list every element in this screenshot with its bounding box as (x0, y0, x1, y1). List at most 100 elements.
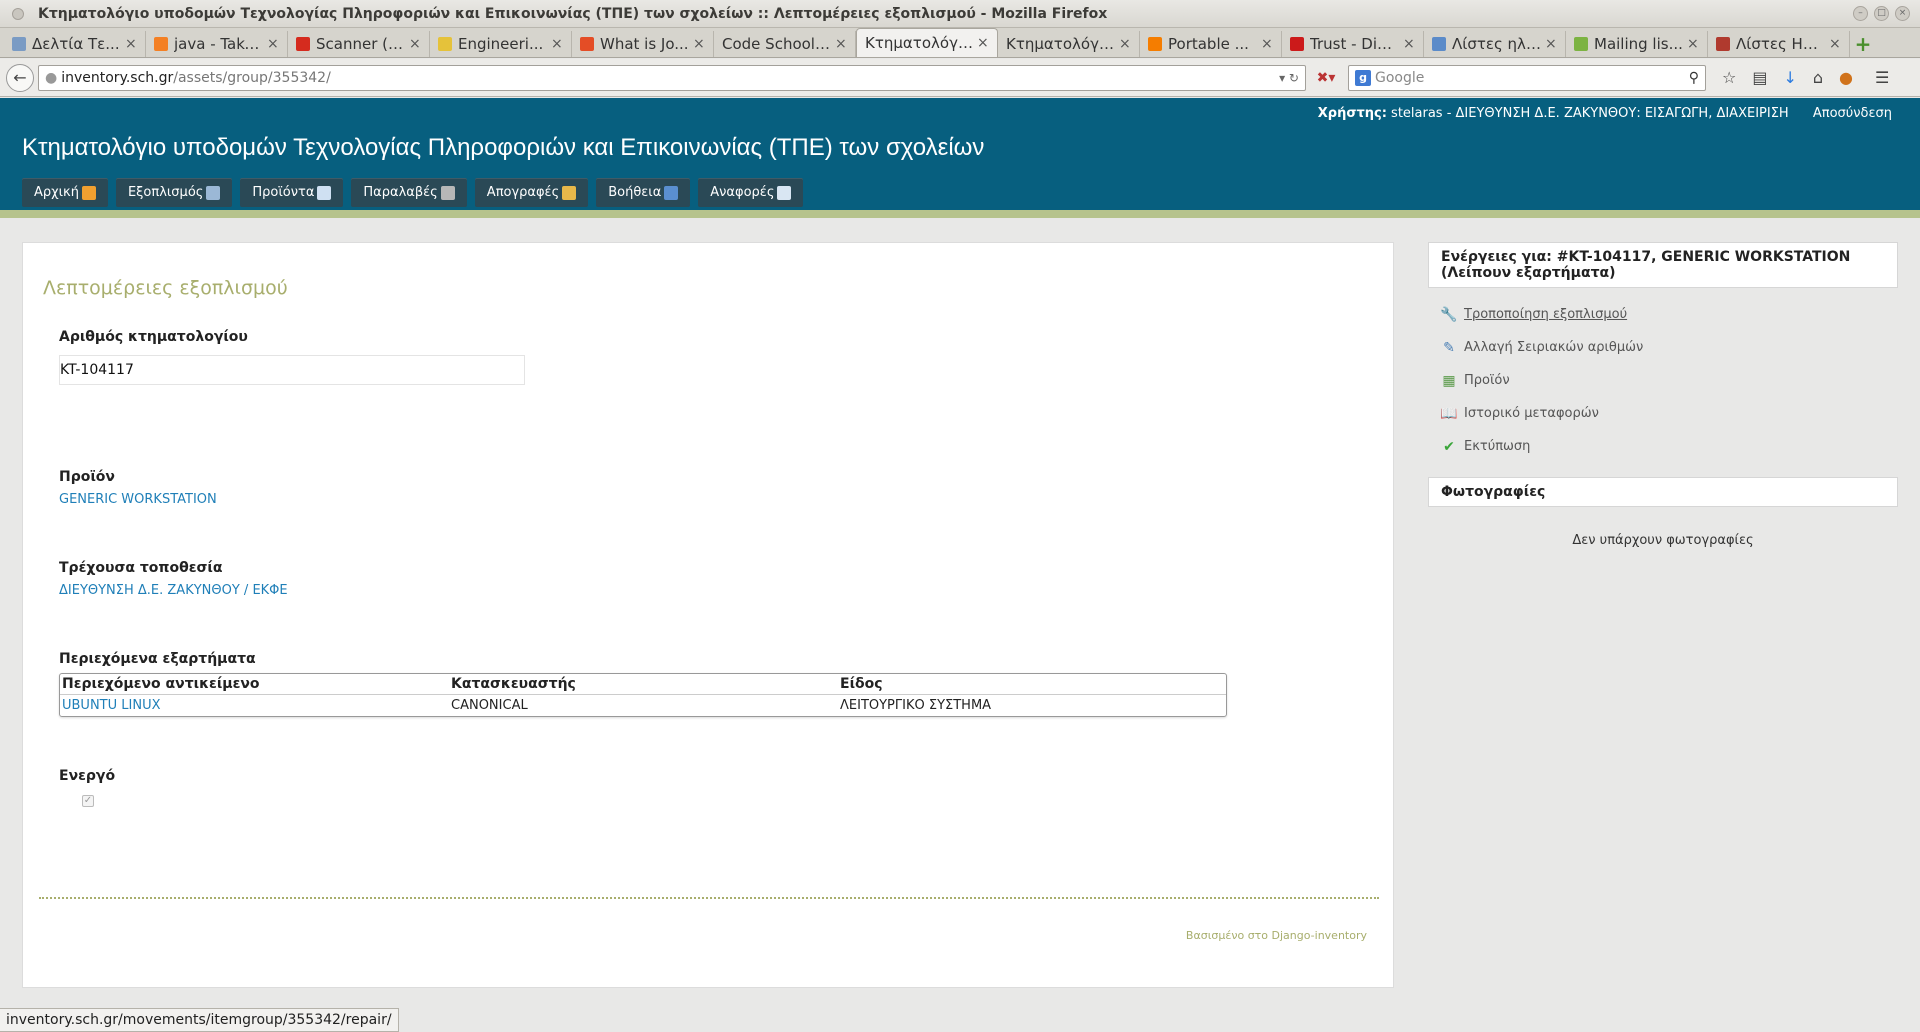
search-input[interactable]: Google (1375, 70, 1424, 86)
tab-close-icon[interactable]: × (1403, 36, 1415, 52)
menu-item-1[interactable]: Εξοπλισμός (115, 178, 233, 207)
action-label: Προϊόν (1464, 373, 1510, 388)
reading-list-icon[interactable]: ▤ (1752, 68, 1767, 87)
url-path: /assets/group/355342/ (173, 69, 331, 86)
document-icon (317, 185, 332, 200)
menu-item-label: Παραλαβές (363, 185, 438, 200)
column-header-item: Περιεχόμενο αντικείμενο (60, 674, 449, 695)
menu-item-2[interactable]: Προϊόντα (240, 178, 344, 207)
page-title: Λεπτομέρειες εξοπλισμού (43, 277, 288, 299)
menu-item-5[interactable]: Βοήθεια (596, 178, 691, 207)
tab-10[interactable]: Λίστες ηλε... × (1424, 31, 1566, 57)
footer-divider (39, 897, 1379, 899)
logout-link[interactable]: Αποσύνδεση (1813, 106, 1892, 121)
minimize-icon[interactable]: – (1853, 6, 1868, 21)
home-icon[interactable]: ⌂ (1813, 68, 1823, 87)
tab-close-icon[interactable]: × (835, 36, 847, 52)
window-controls: – □ × (1853, 6, 1910, 21)
tab-5[interactable]: Code School -... × (714, 31, 856, 57)
back-button[interactable]: ← (6, 63, 34, 92)
hamburger-menu-icon[interactable]: ☰ (1875, 68, 1889, 87)
tab-11[interactable]: Mailing lis... × (1566, 31, 1708, 57)
column-header-manufacturer: Κατασκευαστής (449, 674, 838, 695)
tab-close-icon[interactable]: × (1687, 36, 1699, 52)
action-item-0[interactable]: 🔧 Τροποποίηση εξοπλισμού (1440, 298, 1898, 331)
url-bar[interactable]: ● inventory.sch.gr/assets/group/355342/ … (38, 64, 1306, 91)
tab-close-icon[interactable]: × (1119, 36, 1131, 52)
google-icon[interactable]: g (1355, 69, 1371, 86)
footer-credit[interactable]: Βασισμένο στο Django-inventory (1186, 929, 1367, 942)
tab-9[interactable]: Trust - Dig... × (1282, 31, 1424, 57)
tab-close-icon[interactable]: × (125, 36, 137, 52)
tab-6[interactable]: Κτηματολόγι... × (856, 28, 998, 57)
search-bar[interactable]: g Google ⚲ (1348, 64, 1706, 91)
actions-title: Ενέργειες για: #KT-104117, GENERIC WORKS… (1428, 242, 1898, 288)
action-label: Εκτύπωση (1464, 439, 1531, 454)
registry-number-label: Αριθμός κτηματολογίου (59, 329, 248, 345)
search-icon[interactable]: ⚲ (1689, 70, 1699, 86)
globe-icon: ● (45, 69, 58, 86)
tab-12[interactable]: Λίστες Ηλ... × (1708, 31, 1850, 57)
window-menu-icon[interactable] (12, 7, 24, 20)
action-item-2[interactable]: ▦ Προϊόν (1440, 364, 1898, 397)
truck-icon (440, 185, 455, 200)
table-cell-type: ΛΕΙΤΟΥΡΓΙΚΟ ΣΥΣΤΗΜΑ (840, 698, 992, 713)
menu-item-4[interactable]: Απογραφές (474, 178, 589, 207)
location-label: Τρέχουσα τοποθεσία (59, 560, 223, 576)
tab-close-icon[interactable]: × (977, 35, 989, 51)
tab-label: Scanner (J... (316, 35, 405, 53)
tab-8[interactable]: Portable ... × (1140, 31, 1282, 57)
active-label: Ενεργό (59, 768, 116, 784)
bookmark-star-icon[interactable]: ☆ (1722, 68, 1736, 87)
tab-7[interactable]: Κτηματολόγι... × (998, 31, 1140, 57)
tab-3[interactable]: Engineeri... × (430, 31, 572, 57)
sidebar: Ενέργειες για: #KT-104117, GENERIC WORKS… (1428, 242, 1898, 548)
tab-close-icon[interactable]: × (1261, 36, 1273, 52)
download-icon[interactable]: ↓ (1783, 68, 1796, 87)
close-icon[interactable]: × (1895, 6, 1910, 21)
menu-item-0[interactable]: Αρχική (22, 178, 108, 207)
user-info: Χρήστης: stelaras - ΔΙΕΥΘΥΝΣΗ Δ.Ε. ΖΑΚΥΝ… (1318, 106, 1892, 121)
tab-label: Portable ... (1168, 35, 1249, 53)
tab-close-icon[interactable]: × (409, 36, 421, 52)
tab-0[interactable]: Δελτία Τε... × (4, 31, 146, 57)
tab-label: Trust - Dig... (1310, 35, 1399, 53)
tab-close-icon[interactable]: × (1829, 36, 1841, 52)
tab-1[interactable]: java - Take... × (146, 31, 288, 57)
header-divider (0, 210, 1920, 218)
tab-label: Δελτία Τε... (32, 35, 120, 53)
product-icon: ▦ (1442, 372, 1456, 389)
addon-icon[interactable]: ✖▾ (1306, 70, 1346, 86)
product-link[interactable]: GENERIC WORKSTATION (59, 492, 217, 507)
menu-item-6[interactable]: Αναφορές (698, 178, 804, 207)
no-photos-message: Δεν υπάρχουν φωτογραφίες (1572, 533, 1754, 548)
new-tab-button[interactable]: + (1850, 31, 1876, 57)
tab-4[interactable]: What is Jo... × (572, 31, 714, 57)
tab-close-icon[interactable]: × (267, 36, 279, 52)
cross-icon (1290, 37, 1304, 51)
site-header: Χρήστης: stelaras - ΔΙΕΥΘΥΝΣΗ Δ.Ε. ΖΑΚΥΝ… (0, 98, 1920, 210)
menu-item-3[interactable]: Παραλαβές (351, 178, 467, 207)
table-cell-item: UBUNTU LINUX (60, 695, 449, 716)
equipment-icon (206, 185, 221, 200)
tab-label: Λίστες ηλε... (1452, 35, 1541, 53)
action-item-3[interactable]: 📖 Ιστορικό μεταφορών (1440, 397, 1898, 430)
tab-label: What is Jo... (600, 35, 689, 53)
tab-close-icon[interactable]: × (551, 36, 563, 52)
url-dropdown-icon[interactable]: ▾ ↻ (1279, 71, 1299, 85)
location-link[interactable]: ΔΙΕΥΘΥΝΣΗ Δ.Ε. ΖΑΚΥΝΘΟΥ / ΕΚΦΕ (59, 583, 288, 598)
action-item-4[interactable]: ✔ Εκτύπωση (1440, 430, 1898, 463)
item-link[interactable]: UBUNTU LINUX (62, 698, 160, 713)
menu-item-label: Βοήθεια (608, 185, 662, 200)
addon-circle-icon[interactable]: ● (1839, 68, 1853, 87)
tab-2[interactable]: Scanner (J... × (288, 31, 430, 57)
tab-close-icon[interactable]: × (693, 36, 705, 52)
wrench-icon: 🔧 (1440, 306, 1458, 323)
action-item-1[interactable]: ✎ Αλλαγή Σειριακών αριθμών (1440, 331, 1898, 364)
tab-close-icon[interactable]: × (1545, 36, 1557, 52)
registry-number-field: KT-104117 (59, 355, 525, 385)
maximize-icon[interactable]: □ (1874, 6, 1889, 21)
actions-list: 🔧 Τροποποίηση εξοπλισμού ✎ Αλλαγή Σειριακών… (1428, 288, 1898, 473)
url-host: inventory.sch.gr (61, 69, 174, 86)
menu-item-label: Αναφορές (710, 185, 775, 200)
